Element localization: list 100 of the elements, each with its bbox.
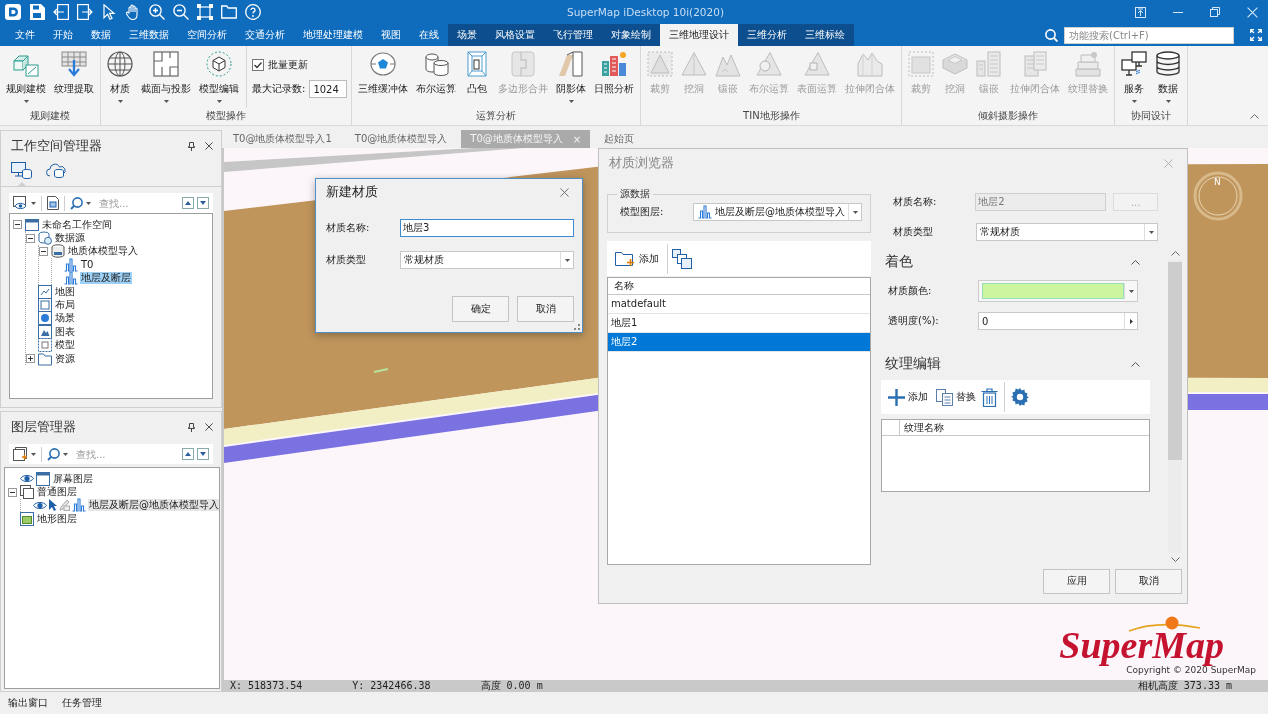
menu-tab[interactable]: 交通分析 [236, 24, 294, 46]
color-picker[interactable] [978, 280, 1138, 302]
dialog-button[interactable]: 确定 [452, 296, 509, 322]
tree-item[interactable]: 未命名工作空间 [41, 218, 113, 231]
search-icon[interactable] [1045, 28, 1058, 42]
ribbon-button[interactable]: 日照分析 [590, 46, 639, 95]
move-up-icon[interactable] [182, 448, 194, 460]
collapse-toggle-icon[interactable] [8, 487, 17, 497]
ribbon-button[interactable]: 规则建模 [2, 46, 50, 103]
document-tab[interactable]: T0@地质体模型导入1 [224, 130, 341, 148]
panel-tab[interactable]: 输出窗口 [8, 696, 48, 710]
expand-toggle-icon[interactable] [26, 354, 35, 364]
collapse-icon[interactable] [1131, 259, 1140, 265]
number-field[interactable]: 1024 [309, 80, 348, 98]
checkbox[interactable] [252, 59, 264, 71]
collapse-ribbon-icon[interactable] [1250, 114, 1259, 119]
move-down-icon[interactable] [197, 197, 209, 209]
search-field[interactable]: 功能搜索(Ctrl+F) [1064, 26, 1234, 44]
settings-icon[interactable] [1011, 388, 1029, 406]
dropdown-field[interactable]: 地层及断层@地质体模型导入 [693, 203, 862, 221]
menu-tab[interactable]: 空间分析 [178, 24, 236, 46]
list-row[interactable]: matdefault [608, 295, 870, 314]
zoom-in-icon[interactable] [149, 4, 165, 20]
menu-tab[interactable]: 三维地理设计 [660, 24, 738, 46]
trash-icon[interactable] [981, 387, 998, 407]
tree-item[interactable]: 图表 [54, 325, 76, 338]
close-icon[interactable] [560, 187, 569, 197]
collapse-toggle-icon[interactable] [13, 220, 22, 230]
dropdown-field[interactable]: 常规材质 [400, 251, 574, 269]
tree-item[interactable]: 屏幕图层 [52, 472, 94, 485]
replace-button[interactable]: 替换 [933, 383, 979, 411]
ribbon-button[interactable]: 模型编辑 [195, 46, 243, 103]
eye-icon[interactable] [20, 474, 34, 484]
ribbon-button[interactable]: 服务 [1117, 46, 1152, 103]
ribbon-button[interactable]: 纹理提取 [50, 46, 98, 95]
search-icon[interactable] [47, 447, 60, 461]
menu-tab[interactable]: 开始 [44, 24, 82, 46]
import-icon[interactable] [53, 4, 69, 20]
tree-item[interactable]: 模型 [54, 339, 76, 352]
pointer-icon[interactable] [49, 499, 57, 512]
dialog-button[interactable]: 应用 [1043, 568, 1110, 594]
text-field[interactable]: 地层3 [400, 219, 574, 237]
menu-tab[interactable]: 文件 [6, 24, 44, 46]
save-icon[interactable] [29, 4, 45, 20]
menu-tab[interactable]: 场景 [448, 24, 486, 46]
tree-item[interactable]: 普通图层 [36, 486, 78, 499]
fullscreen-icon[interactable] [1250, 29, 1262, 41]
tree-item[interactable]: 地质体模型导入 [67, 245, 139, 258]
pin-icon[interactable] [188, 141, 195, 151]
collapse-toggle-icon[interactable] [26, 233, 35, 243]
menu-tab[interactable]: 三维数据 [120, 24, 178, 46]
squares-icon[interactable] [672, 248, 692, 269]
scrollbar-thumb[interactable] [1168, 262, 1182, 460]
document-tab[interactable]: T0@地质体模型导入 [345, 130, 457, 148]
move-down-icon[interactable] [197, 448, 209, 460]
dropdown-field[interactable]: 常规材质 [975, 223, 1158, 241]
menu-tab[interactable]: 在线 [410, 24, 448, 46]
scroll-down-icon[interactable] [1170, 557, 1180, 562]
help-icon[interactable] [245, 4, 261, 20]
number-field[interactable]: 0 [978, 312, 1138, 330]
app-logo-icon[interactable] [5, 4, 21, 20]
tree-item[interactable]: 布局 [54, 299, 76, 312]
tree-item[interactable]: 地形图层 [36, 512, 78, 525]
collapse-icon[interactable] [1131, 361, 1140, 367]
view-tab[interactable] [11, 161, 32, 186]
ribbon-button[interactable]: 布尔运算 [412, 46, 461, 95]
menu-tab[interactable]: 飞行管理 [544, 24, 602, 46]
resize-grip-icon[interactable] [574, 324, 580, 330]
dialog-button[interactable]: 取消 [1115, 568, 1182, 594]
ribbon-button[interactable]: 数据 [1151, 46, 1186, 103]
folder-icon[interactable] [221, 4, 237, 20]
dialog-button[interactable]: 取消 [517, 296, 574, 322]
zoom-out-icon[interactable] [173, 4, 189, 20]
box-arrow-icon[interactable] [1135, 6, 1146, 18]
ribbon-button[interactable]: 三维缓冲体 [354, 46, 413, 95]
full-extent-icon[interactable] [197, 4, 213, 20]
pin-icon[interactable] [188, 422, 195, 432]
tree-item[interactable]: 地图 [54, 285, 76, 298]
scroll-up-icon[interactable] [1170, 251, 1180, 256]
ribbon-button[interactable]: 凸包 [460, 46, 495, 95]
menu-tab[interactable]: 地理处理建模 [294, 24, 372, 46]
tree-item[interactable]: 地层及断层@地质体模型导入 [88, 499, 219, 512]
tree-item[interactable]: 场景 [54, 312, 76, 325]
move-up-icon[interactable] [182, 197, 194, 209]
collapse-toggle-icon[interactable] [39, 246, 48, 256]
export-icon[interactable] [77, 4, 93, 20]
menu-tab[interactable]: 视图 [372, 24, 410, 46]
menu-tab[interactable]: 数据 [82, 24, 120, 46]
close-icon[interactable] [205, 142, 213, 150]
pointer-icon[interactable] [101, 4, 117, 20]
document-tab[interactable]: 起始页 [595, 130, 644, 148]
search-icon[interactable] [70, 196, 83, 210]
panel-tab[interactable]: 任务管理 [62, 696, 102, 710]
menu-tab[interactable]: 风格设置 [486, 24, 544, 46]
add-button[interactable]: 添加 [611, 244, 663, 273]
add-button[interactable]: 添加 [885, 383, 931, 411]
eye-icon[interactable] [33, 500, 47, 510]
menu-tab[interactable]: 对象绘制 [602, 24, 660, 46]
ribbon-button[interactable]: 截面与投影 [137, 46, 195, 103]
list-row[interactable]: 地层2 [608, 333, 870, 352]
